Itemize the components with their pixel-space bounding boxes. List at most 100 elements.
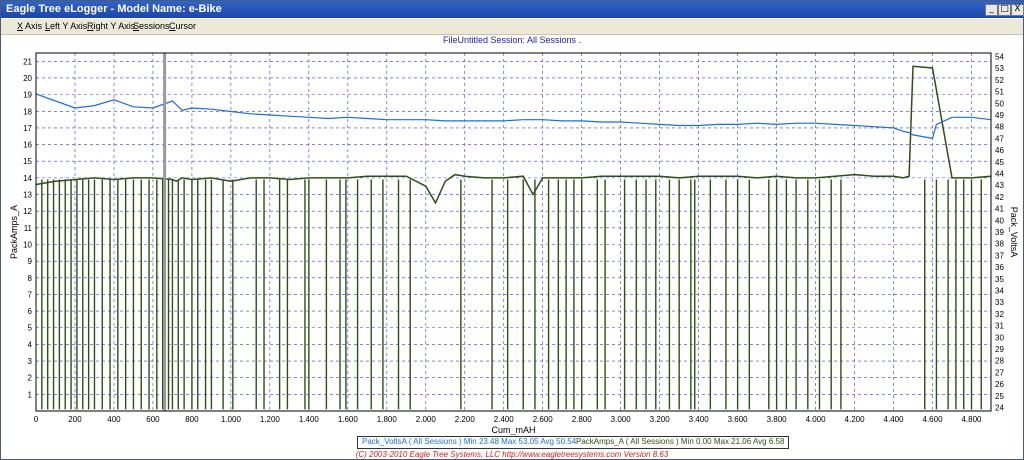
- chart-ticks: 0 200 400 600 800 1.000 1.200 1.400 1.600 1.800 2.…: [23, 53, 1004, 424]
- y-right-tick-label: 53: [995, 64, 1004, 73]
- y-right-tick-label: 31: [995, 322, 1004, 331]
- x-tick-label: 2.000: [416, 415, 437, 424]
- y-left-tick-label: 14: [23, 174, 32, 183]
- y-right-tick-label: 52: [995, 76, 1004, 85]
- y-right-tick-label: 42: [995, 193, 1004, 202]
- x-tick-label: 0: [34, 415, 39, 424]
- y-right-tick-label: 50: [995, 99, 1004, 108]
- y-left-tick-label: 13: [23, 191, 32, 200]
- y-left-tick-label: 12: [23, 207, 32, 216]
- y-left-tick-label: 8: [28, 274, 33, 283]
- y-right-tick-label: 43: [995, 181, 1004, 190]
- x-tick-label: 3.000: [611, 415, 632, 424]
- y-right-tick-label: 40: [995, 216, 1004, 225]
- y-right-tick-label: 29: [995, 345, 1004, 354]
- x-tick-label: 3.200: [650, 415, 671, 424]
- menu-sessions[interactable]: Sessions: [133, 21, 170, 31]
- y-left-tick-label: 1: [28, 390, 33, 399]
- minimize-button[interactable]: _: [985, 4, 998, 16]
- y-right-tick-label: 33: [995, 298, 1004, 307]
- y-right-tick-label: 28: [995, 357, 1004, 366]
- x-tick-label: 2.800: [572, 415, 593, 424]
- y-left-tick-label: 6: [28, 307, 33, 316]
- x-tick-label: 1.800: [377, 415, 398, 424]
- x-tick-label: 1.400: [299, 415, 320, 424]
- x-tick-label: 3.800: [767, 415, 788, 424]
- y-left-tick-label: 5: [28, 324, 33, 333]
- x-tick-label: 4.800: [961, 415, 982, 424]
- x-tick-label: 400: [107, 415, 121, 424]
- menu-x-axis[interactable]: X Axis: [17, 21, 42, 31]
- y-right-tick-label: 46: [995, 146, 1004, 155]
- y-left-tick-label: 16: [23, 141, 32, 150]
- copyright-text: (C) 2003-2010 Eagle Tree Systems, LLC ht…: [355, 450, 669, 459]
- x-tick-label: 4.200: [845, 415, 866, 424]
- restore-button[interactable]: □: [998, 4, 1011, 16]
- y-left-tick-label: 7: [28, 290, 33, 299]
- y-right-tick-label: 26: [995, 380, 1004, 389]
- y-right-tick-label: 24: [995, 403, 1004, 412]
- y-right-tick-label: 51: [995, 88, 1004, 97]
- y-right-axis-label: Pack_VoltsA: [1009, 207, 1019, 258]
- y-right-tick-label: 27: [995, 368, 1004, 377]
- session-header: FileUntitled Session: All Sessions .: [442, 35, 582, 45]
- window-title: Eagle Tree eLogger - Model Name: e-Bike: [6, 3, 222, 15]
- x-tick-label: 1.000: [221, 415, 242, 424]
- x-tick-label: 3.600: [728, 415, 749, 424]
- close-button[interactable]: X: [1011, 4, 1024, 16]
- y-right-tick-label: 54: [995, 53, 1004, 62]
- x-tick-label: 2.200: [455, 415, 476, 424]
- y-right-tick-label: 34: [995, 286, 1004, 295]
- y-right-tick-label: 45: [995, 158, 1004, 167]
- y-left-tick-label: 19: [23, 91, 32, 100]
- y-left-tick-label: 15: [23, 157, 32, 166]
- y-right-tick-label: 36: [995, 263, 1004, 272]
- x-tick-label: 200: [68, 415, 82, 424]
- x-tick-label: 4.000: [806, 415, 827, 424]
- menu-cursor[interactable]: Cursor: [169, 21, 196, 31]
- legend-packvolts: Pack_VoltsA ( All Sessions ) Min 23.48 M…: [362, 437, 577, 446]
- y-right-tick-label: 39: [995, 228, 1004, 237]
- y-left-tick-label: 10: [23, 240, 32, 249]
- y-left-tick-label: 3: [28, 357, 33, 366]
- y-right-tick-label: 49: [995, 111, 1004, 120]
- series-legend: Pack_VoltsA ( All Sessions ) Min 23.48 M…: [357, 436, 789, 449]
- y-left-axis-label: PackAmps_A: [9, 205, 19, 259]
- y-left-tick-label: 18: [23, 107, 32, 116]
- y-right-tick-label: 25: [995, 392, 1004, 401]
- x-tick-label: 4.400: [884, 415, 905, 424]
- x-tick-label: 2.600: [533, 415, 554, 424]
- y-right-tick-label: 41: [995, 205, 1004, 214]
- y-left-tick-label: 20: [23, 74, 32, 83]
- y-right-tick-label: 35: [995, 275, 1004, 284]
- menu-left-y-axis[interactable]: Left Y Axis: [45, 21, 87, 31]
- y-left-tick-label: 4: [28, 340, 33, 349]
- y-left-tick-label: 17: [23, 124, 32, 133]
- app-window: Eagle Tree eLogger - Model Name: e-Bike …: [0, 0, 1024, 460]
- x-tick-label: 1.600: [338, 415, 359, 424]
- x-tick-label: 600: [146, 415, 160, 424]
- series-line-packamps: [35, 65, 992, 205]
- x-tick-label: 1.200: [260, 415, 281, 424]
- y-left-tick-label: 2: [28, 374, 33, 383]
- y-right-tick-label: 30: [995, 333, 1004, 342]
- y-left-tick-label: 21: [23, 57, 32, 66]
- x-tick-label: 3.400: [689, 415, 710, 424]
- y-right-tick-label: 47: [995, 134, 1004, 143]
- x-tick-label: 800: [185, 415, 199, 424]
- y-left-tick-label: 9: [28, 257, 33, 266]
- x-axis-label: Cum_mAH: [491, 425, 535, 435]
- menu-right-y-axis[interactable]: Right Y Axis: [87, 21, 135, 31]
- y-right-tick-label: 37: [995, 251, 1004, 260]
- title-bar[interactable]: Eagle Tree eLogger - Model Name: e-Bike …: [1, 1, 1024, 18]
- menu-bar: X Axis Left Y Axis Right Y Axis Sessions…: [1, 19, 1023, 35]
- series-line-packvolts: [35, 93, 992, 140]
- y-right-tick-label: 44: [995, 170, 1004, 179]
- y-left-tick-label: 11: [24, 224, 33, 233]
- data-chart[interactable]: 0 200 400 600 800 1.000 1.200 1.400 1.600 1.800 2.…: [1, 45, 1023, 435]
- y-right-tick-label: 48: [995, 123, 1004, 132]
- x-tick-label: 4.600: [923, 415, 944, 424]
- y-right-tick-label: 38: [995, 240, 1004, 249]
- x-tick-label: 2.400: [494, 415, 515, 424]
- y-right-tick-label: 32: [995, 310, 1004, 319]
